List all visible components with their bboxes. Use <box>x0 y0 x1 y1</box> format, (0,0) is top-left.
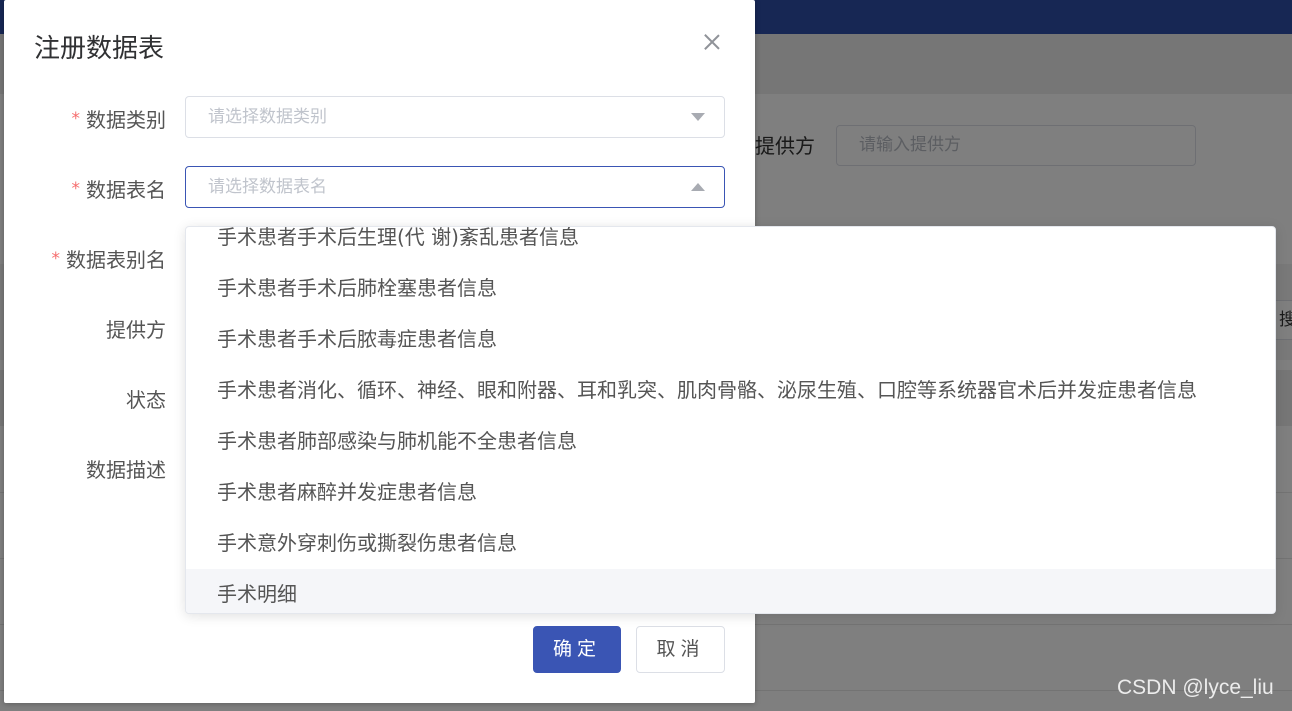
table-name-dropdown: 手术患者手术后生理(代 谢)紊乱患者信息 手术患者手术后肺栓塞患者信息 手术患者… <box>185 226 1276 614</box>
data-category-label: * 数据类别 <box>71 108 167 132</box>
chevron-up-icon <box>691 183 705 191</box>
table-name-label: * 数据表名 <box>71 178 167 202</box>
dropdown-option[interactable]: 手术患者手术后生理(代 谢)紊乱患者信息 <box>186 227 1275 263</box>
provider-label: 提供方 <box>106 318 166 342</box>
cancel-button[interactable]: 取消 <box>636 626 725 673</box>
required-mark: * <box>51 249 61 269</box>
table-name-select[interactable]: 请选择数据表名 <box>185 166 725 208</box>
data-category-select[interactable]: 请选择数据类别 <box>185 96 725 138</box>
table-name-placeholder: 请选择数据表名 <box>208 177 327 197</box>
chevron-down-icon <box>691 113 705 121</box>
required-mark: * <box>71 179 81 199</box>
description-label: 数据描述 <box>86 458 166 482</box>
required-mark: * <box>71 109 81 129</box>
data-category-placeholder: 请选择数据类别 <box>208 107 327 127</box>
table-alias-label: * 数据表别名 <box>51 248 167 272</box>
close-icon[interactable] <box>700 30 724 54</box>
status-label: 状态 <box>126 388 166 412</box>
dropdown-option[interactable]: 手术患者肺部感染与肺机能不全患者信息 <box>186 416 1275 467</box>
dropdown-option[interactable]: 手术患者麻醉并发症患者信息 <box>186 467 1275 518</box>
dropdown-option[interactable]: 手术患者手术后脓毒症患者信息 <box>186 314 1275 365</box>
dialog-title: 注册数据表 <box>34 34 165 64</box>
dropdown-option-hovered[interactable]: 手术明细 <box>186 569 1275 613</box>
confirm-button[interactable]: 确定 <box>533 626 621 673</box>
dropdown-option[interactable]: 手术意外穿刺伤或撕裂伤患者信息 <box>186 518 1275 569</box>
dropdown-option[interactable]: 手术患者消化、循环、神经、眼和附器、耳和乳突、肌肉骨骼、泌尿生殖、口腔等系统器官… <box>186 365 1275 416</box>
dropdown-option[interactable]: 手术患者手术后肺栓塞患者信息 <box>186 263 1275 314</box>
dropdown-option-list: 手术患者手术后生理(代 谢)紊乱患者信息 手术患者手术后肺栓塞患者信息 手术患者… <box>186 227 1275 613</box>
watermark: CSDN @lyce_liu <box>1117 676 1274 699</box>
